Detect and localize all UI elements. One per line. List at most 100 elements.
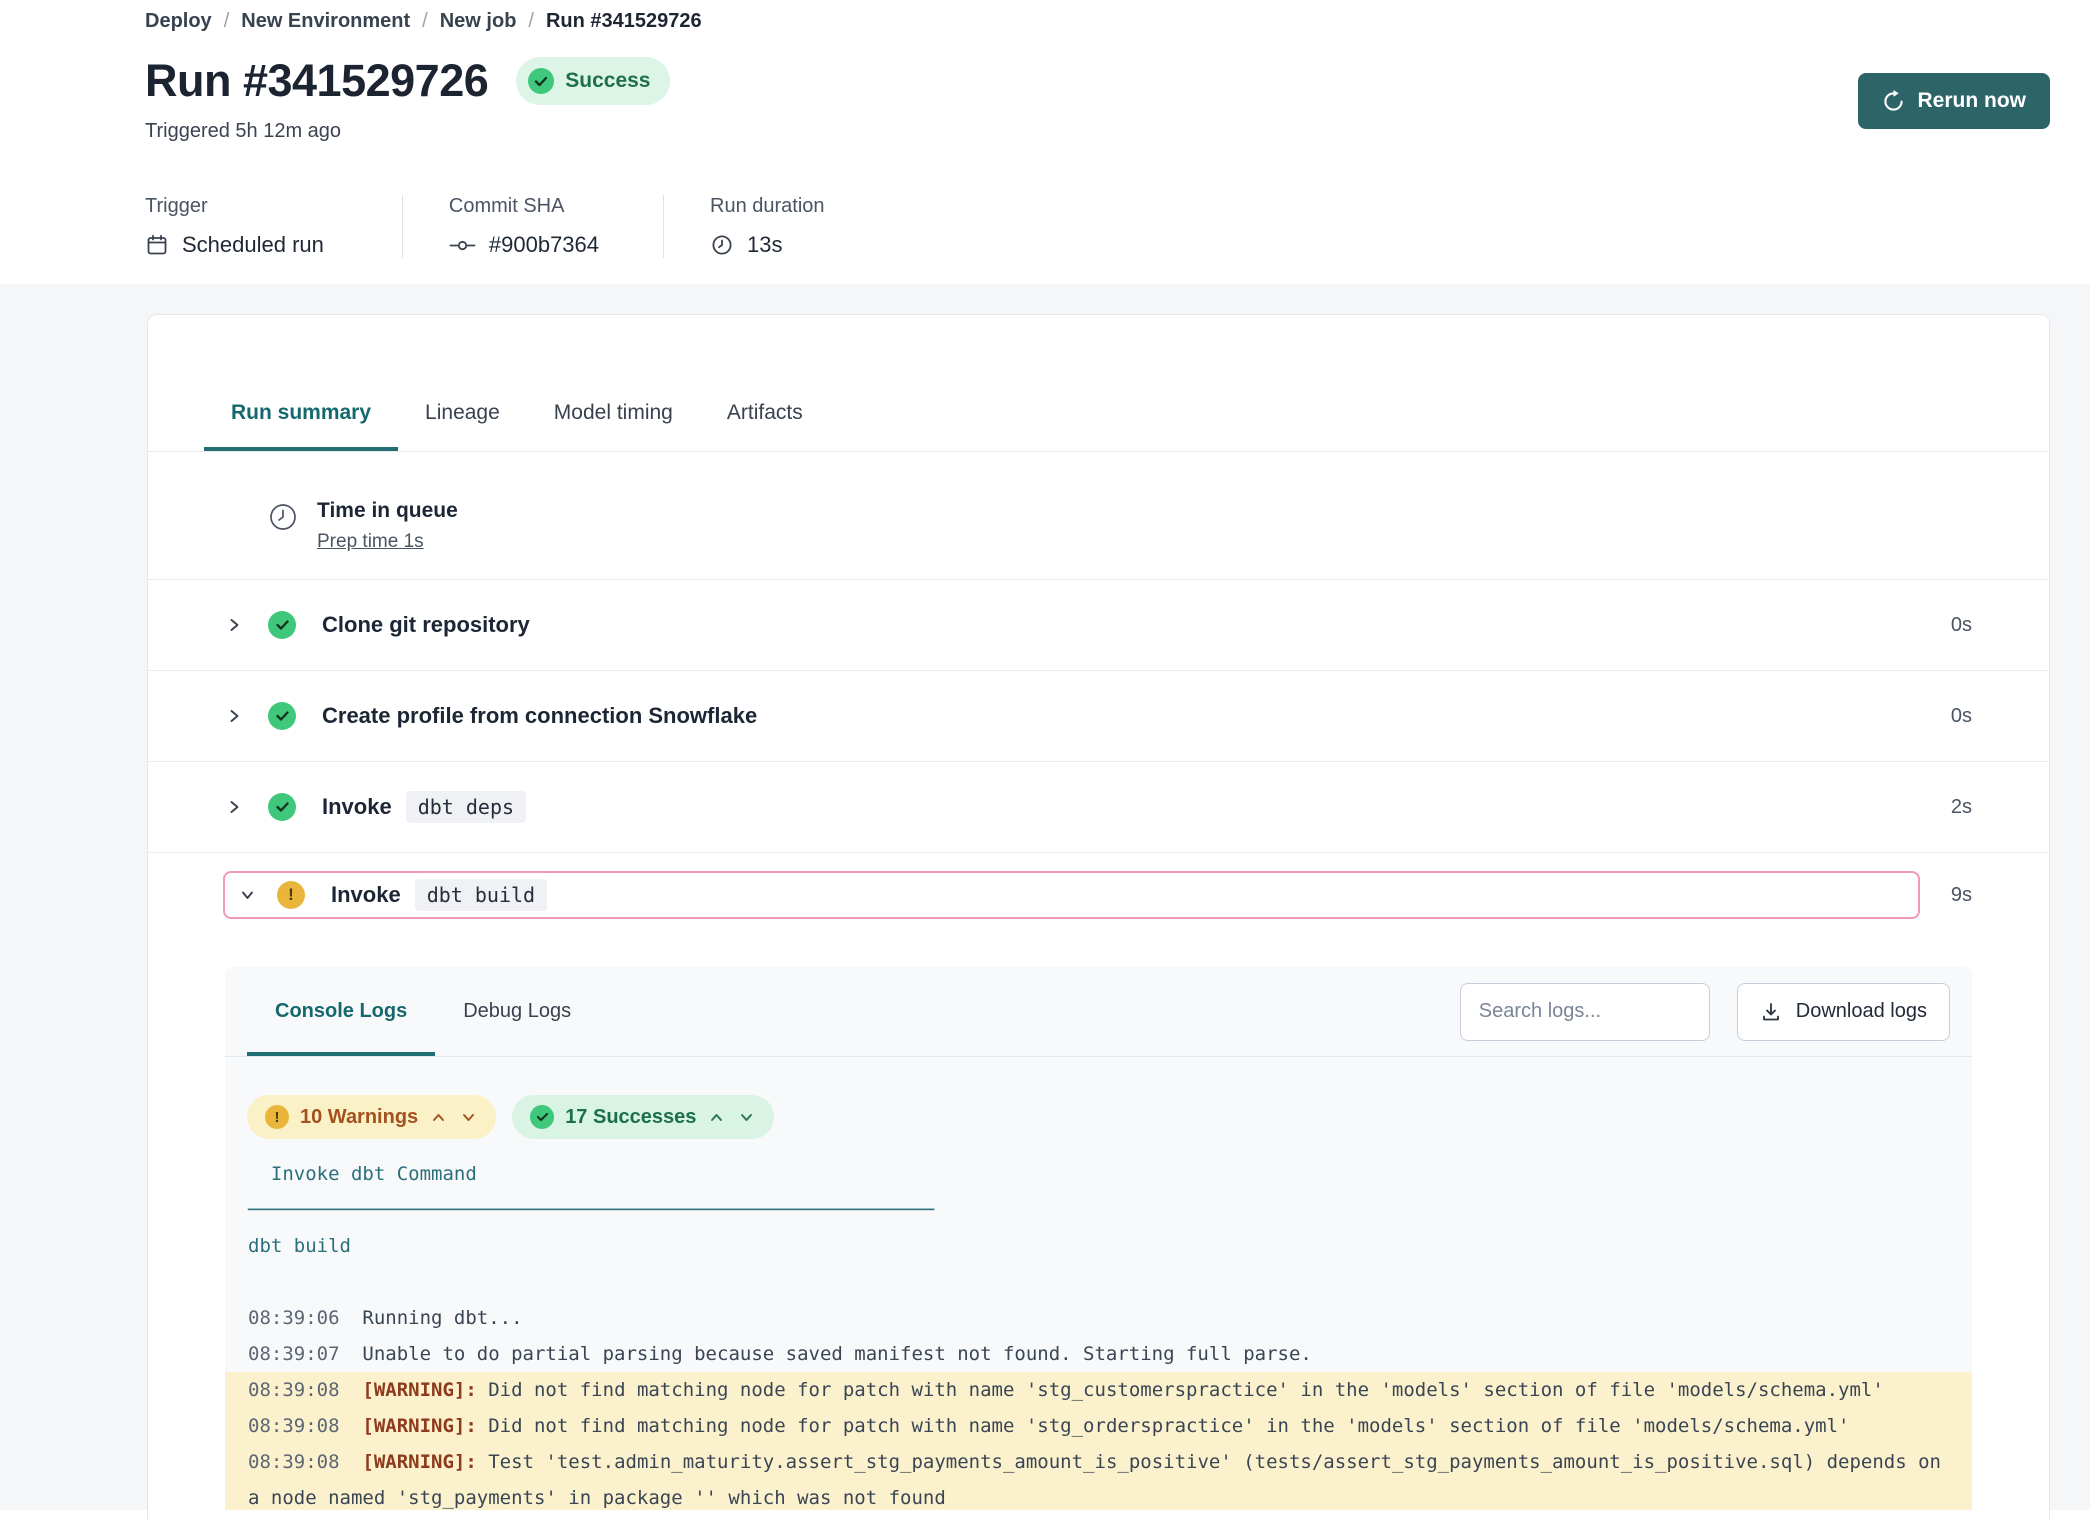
log-line-warning: 08:39:08 [WARNING]: Test 'test.admin_mat… — [225, 1444, 1972, 1510]
log-line: 08:39:06 Running dbt... — [225, 1300, 1972, 1336]
breadcrumb-item-new-job[interactable]: New job — [440, 10, 517, 33]
log-warning-tag: [WARNING]: — [362, 1379, 488, 1401]
tab-run-summary[interactable]: Run summary — [204, 401, 398, 451]
step-label: Clone git repository — [322, 612, 530, 638]
content-area: Run summary Lineage Model timing Artifac… — [0, 284, 2090, 1510]
search-logs-input[interactable] — [1460, 983, 1710, 1041]
success-check-icon — [528, 68, 554, 94]
step-row-invoke-dbt-deps[interactable]: Invoke dbt deps 2s — [148, 762, 2049, 853]
warnings-next-chevron-down-icon[interactable] — [459, 1111, 478, 1124]
chevron-right-icon[interactable] — [226, 617, 242, 633]
warnings-prev-chevron-up-icon[interactable] — [429, 1111, 448, 1124]
step-label: Invoke — [331, 882, 401, 908]
step-label: Invoke — [322, 794, 392, 820]
step-label: Create profile from connection Snowflake — [322, 703, 757, 729]
successes-next-chevron-down-icon[interactable] — [737, 1111, 756, 1124]
log-line: ────────────────────────────────────────… — [225, 1192, 1972, 1228]
step-row-create-profile-snowflake[interactable]: Create profile from connection Snowflake… — [148, 671, 2049, 762]
chevron-right-icon[interactable] — [226, 799, 242, 815]
warning-icon: ! — [265, 1105, 289, 1129]
download-logs-label: Download logs — [1796, 1000, 1927, 1023]
step-command: dbt build — [415, 879, 547, 911]
run-meta: Trigger Scheduled run Commit SHA — [145, 195, 2050, 258]
calendar-icon — [145, 233, 169, 257]
log-timestamp: 08:39:08 — [248, 1451, 362, 1473]
successes-prev-chevron-up-icon[interactable] — [707, 1111, 726, 1124]
log-text: Test 'test.admin_maturity.assert_stg_pay… — [248, 1451, 1952, 1509]
warning-icon: ! — [277, 881, 305, 909]
step-row-clone-git-repository[interactable]: Clone git repository 0s — [148, 580, 2049, 671]
tab-console-logs[interactable]: Console Logs — [247, 967, 435, 1056]
breadcrumb-separator: / — [422, 10, 428, 33]
step-duration: 2s — [1951, 796, 1972, 819]
prep-time-link[interactable]: Prep time 1s — [317, 531, 424, 553]
trigger-label: Trigger — [145, 195, 324, 218]
log-warning-tag: [WARNING]: — [362, 1415, 488, 1437]
breadcrumb-separator: / — [528, 10, 534, 33]
success-icon — [268, 702, 296, 730]
log-text: Did not find matching node for patch wit… — [488, 1415, 1849, 1437]
step-duration: 0s — [1951, 614, 1972, 637]
log-line — [225, 1264, 1972, 1300]
breadcrumb-item-current-run: Run #341529726 — [546, 10, 702, 33]
breadcrumb-item-new-environment[interactable]: New Environment — [241, 10, 410, 33]
trigger-value: Scheduled run — [182, 232, 324, 258]
run-tabs: Run summary Lineage Model timing Artifac… — [148, 401, 2049, 452]
tab-debug-logs[interactable]: Debug Logs — [435, 967, 599, 1056]
log-warning-tag: [WARNING]: — [362, 1451, 488, 1473]
log-line: dbt build — [225, 1228, 1972, 1264]
rerun-icon — [1882, 90, 1905, 113]
queue-title: Time in queue — [317, 498, 458, 524]
warnings-badge: ! 10 Warnings — [247, 1095, 496, 1139]
step-row-invoke-dbt-build: ! Invoke dbt build 9s — [148, 853, 2049, 967]
breadcrumb: Deploy / New Environment / New job / Run… — [145, 10, 2050, 33]
tab-artifacts[interactable]: Artifacts — [700, 401, 830, 451]
step-duration: 0s — [1951, 705, 1972, 728]
successes-badge: 17 Successes — [512, 1095, 774, 1139]
log-line-warning: 08:39:08 [WARNING]: Did not find matchin… — [225, 1372, 1972, 1408]
console-log-output: Invoke dbt Command ─────────────────────… — [225, 1156, 1972, 1510]
status-badge: Success — [516, 57, 670, 105]
log-line: 08:39:07 Unable to do partial parsing be… — [225, 1336, 1972, 1372]
log-text: Did not find matching node for patch wit… — [488, 1379, 1884, 1401]
queue-clock-icon — [266, 500, 300, 553]
log-timestamp: 08:39:08 — [248, 1379, 362, 1401]
chevron-right-icon[interactable] — [226, 708, 242, 724]
time-in-queue-section: Time in queue Prep time 1s — [148, 452, 2049, 580]
download-icon — [1760, 1001, 1782, 1023]
successes-count-label: 17 Successes — [565, 1106, 696, 1129]
step-duration: 9s — [1920, 871, 1972, 919]
success-icon — [268, 793, 296, 821]
tab-lineage[interactable]: Lineage — [398, 401, 527, 451]
run-duration-value: 13s — [747, 232, 782, 258]
chevron-down-icon[interactable] — [239, 888, 255, 902]
rerun-now-button[interactable]: Rerun now — [1858, 73, 2051, 129]
tab-model-timing[interactable]: Model timing — [527, 401, 700, 451]
step-command: dbt deps — [406, 791, 526, 823]
run-summary-card: Run summary Lineage Model timing Artifac… — [147, 314, 2050, 1520]
log-timestamp: 08:39:08 — [248, 1415, 362, 1437]
page-header: Deploy / New Environment / New job / Run… — [0, 0, 2090, 258]
rerun-now-label: Rerun now — [1918, 89, 2027, 113]
log-timestamp: 08:39:07 — [248, 1343, 362, 1365]
triggered-text: Triggered 5h 12m ago — [145, 120, 2050, 143]
log-text: Running dbt... — [362, 1307, 522, 1329]
log-text: Unable to do partial parsing because sav… — [362, 1343, 1311, 1365]
step-invoke-dbt-build-selected[interactable]: ! Invoke dbt build — [223, 871, 1920, 919]
page-title: Run #341529726 — [145, 55, 488, 107]
commit-icon — [449, 238, 476, 253]
breadcrumb-separator: / — [224, 10, 230, 33]
warnings-count-label: 10 Warnings — [300, 1106, 418, 1129]
success-icon — [530, 1105, 554, 1129]
log-line: Invoke dbt Command — [225, 1156, 1972, 1192]
log-line-warning: 08:39:08 [WARNING]: Did not find matchin… — [225, 1408, 1972, 1444]
download-logs-button[interactable]: Download logs — [1737, 983, 1950, 1041]
commit-sha-label: Commit SHA — [449, 195, 599, 218]
commit-sha-value: #900b7364 — [489, 232, 599, 258]
success-icon — [268, 611, 296, 639]
log-timestamp: 08:39:06 — [248, 1307, 362, 1329]
breadcrumb-item-deploy[interactable]: Deploy — [145, 10, 212, 33]
console-panel: Console Logs Debug Logs Download logs — [225, 967, 1972, 1510]
status-badge-label: Success — [565, 69, 650, 93]
run-duration-label: Run duration — [710, 195, 825, 218]
